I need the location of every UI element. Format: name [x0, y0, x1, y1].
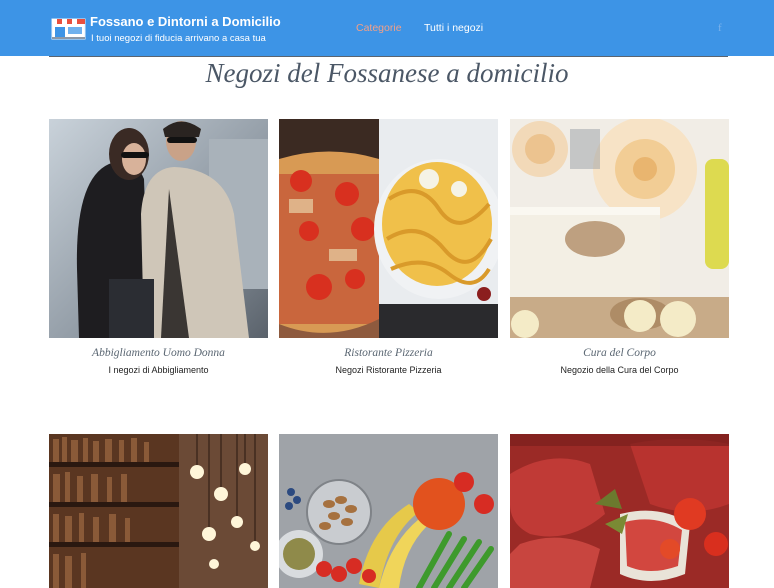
category-image-macelleria[interactable] [510, 434, 729, 588]
category-image-libreria[interactable] [49, 434, 268, 588]
category-description: Negozi Ristorante Pizzeria [335, 365, 442, 375]
category-title[interactable]: Cura del Corpo [510, 347, 729, 359]
category-image-frutta-verdura[interactable] [279, 434, 498, 588]
category-image-cura-del-corpo[interactable] [510, 119, 729, 338]
category-image-ristorante-pizzeria[interactable] [279, 119, 498, 338]
category-description: I negozi di Abbigliamento [108, 365, 209, 375]
nav-tutti-i-negozi[interactable]: Tutti i negozi [424, 22, 483, 34]
page-title: Negozi del Fossanese a domicilio [205, 58, 569, 88]
store-logo-icon[interactable] [51, 16, 86, 40]
site-header: Fossano e Dintorni a Domicilio I tuoi ne… [0, 0, 774, 56]
nav-categorie[interactable]: Categorie [356, 22, 402, 34]
site-subtitle: I tuoi negozi di fiducia arrivano a casa… [91, 33, 266, 44]
category-description: Negozio della Cura del Corpo [560, 365, 679, 375]
site-title[interactable]: Fossano e Dintorni a Domicilio [90, 14, 281, 29]
category-title[interactable]: Abbigliamento Uomo Donna [49, 347, 268, 359]
facebook-icon[interactable]: f [718, 22, 722, 34]
category-title[interactable]: Ristorante Pizzeria [279, 347, 498, 359]
header-divider [49, 56, 728, 57]
category-image-abbigliamento[interactable] [49, 119, 268, 338]
